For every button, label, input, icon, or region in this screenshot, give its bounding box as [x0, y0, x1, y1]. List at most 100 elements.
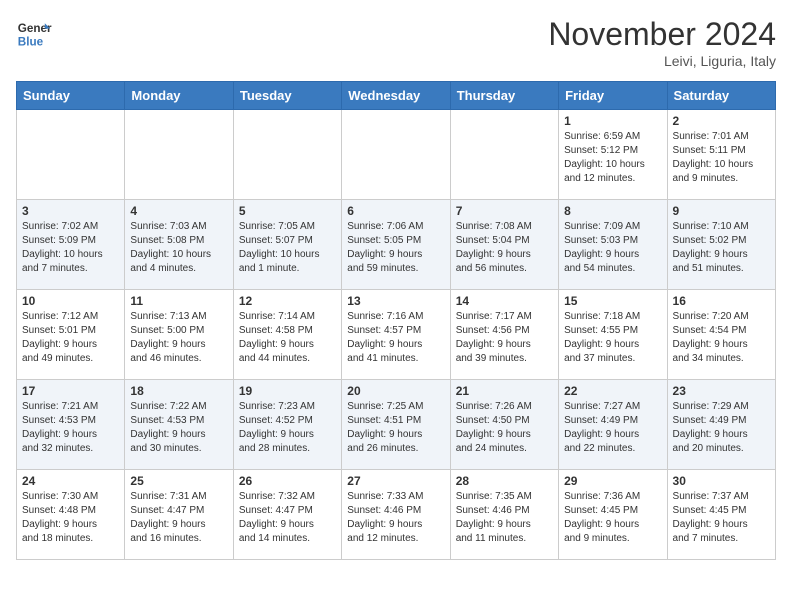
calendar-day-cell: 17 Sunrise: 7:21 AM Sunset: 4:53 PM Dayli…: [17, 380, 125, 470]
day-info: Sunrise: 7:05 AM Sunset: 5:07 PM Dayligh…: [239, 220, 336, 276]
day-number: 21: [456, 384, 553, 398]
day-info: Sunrise: 6:59 AM Sunset: 5:12 PM Dayligh…: [564, 130, 661, 186]
day-info: Sunrise: 7:01 AM Sunset: 5:11 PM Dayligh…: [673, 130, 770, 186]
logo: General Blue: [16, 16, 52, 52]
calendar-day-cell: 2 Sunrise: 7:01 AM Sunset: 5:11 PM Daylig…: [667, 110, 775, 200]
calendar-day-cell: 5 Sunrise: 7:05 AM Sunset: 5:07 PM Daylig…: [233, 200, 341, 290]
day-info: Sunrise: 7:27 AM Sunset: 4:49 PM Dayligh…: [564, 400, 661, 456]
day-info: Sunrise: 7:16 AM Sunset: 4:57 PM Dayligh…: [347, 310, 444, 366]
day-info: Sunrise: 7:12 AM Sunset: 5:01 PM Dayligh…: [22, 310, 119, 366]
calendar-day-cell: [125, 110, 233, 200]
calendar-day-cell: 10 Sunrise: 7:12 AM Sunset: 5:01 PM Dayli…: [17, 290, 125, 380]
calendar-day-cell: 21 Sunrise: 7:26 AM Sunset: 4:50 PM Dayli…: [450, 380, 558, 470]
calendar-day-cell: [342, 110, 450, 200]
day-info: Sunrise: 7:10 AM Sunset: 5:02 PM Dayligh…: [673, 220, 770, 276]
weekday-header: Friday: [559, 82, 667, 110]
weekday-header: Sunday: [17, 82, 125, 110]
title-block: November 2024 Leivi, Liguria, Italy: [548, 16, 776, 69]
calendar-day-cell: 15 Sunrise: 7:18 AM Sunset: 4:55 PM Dayli…: [559, 290, 667, 380]
calendar-day-cell: 23 Sunrise: 7:29 AM Sunset: 4:49 PM Dayli…: [667, 380, 775, 470]
calendar-day-cell: 25 Sunrise: 7:31 AM Sunset: 4:47 PM Dayli…: [125, 470, 233, 560]
calendar-day-cell: 24 Sunrise: 7:30 AM Sunset: 4:48 PM Dayli…: [17, 470, 125, 560]
day-info: Sunrise: 7:26 AM Sunset: 4:50 PM Dayligh…: [456, 400, 553, 456]
day-number: 8: [564, 204, 661, 218]
day-info: Sunrise: 7:37 AM Sunset: 4:45 PM Dayligh…: [673, 490, 770, 546]
weekday-header: Thursday: [450, 82, 558, 110]
day-number: 9: [673, 204, 770, 218]
day-number: 24: [22, 474, 119, 488]
day-info: Sunrise: 7:30 AM Sunset: 4:48 PM Dayligh…: [22, 490, 119, 546]
calendar-day-cell: 29 Sunrise: 7:36 AM Sunset: 4:45 PM Dayli…: [559, 470, 667, 560]
calendar-week-row: 3Sunrise: 7:02 AM Sunset: 5:09 PM Daylig…: [17, 200, 776, 290]
calendar-day-cell: 11 Sunrise: 7:13 AM Sunset: 5:00 PM Dayli…: [125, 290, 233, 380]
day-info: Sunrise: 7:36 AM Sunset: 4:45 PM Dayligh…: [564, 490, 661, 546]
day-number: 18: [130, 384, 227, 398]
day-number: 29: [564, 474, 661, 488]
calendar-day-cell: 8 Sunrise: 7:09 AM Sunset: 5:03 PM Daylig…: [559, 200, 667, 290]
day-info: Sunrise: 7:18 AM Sunset: 4:55 PM Dayligh…: [564, 310, 661, 366]
calendar-day-cell: 19Sunrise: 7:23 AM Sunset: 4:52 PM Dayli…: [233, 380, 341, 470]
day-info: Sunrise: 7:20 AM Sunset: 4:54 PM Dayligh…: [673, 310, 770, 366]
day-info: Sunrise: 7:08 AM Sunset: 5:04 PM Dayligh…: [456, 220, 553, 276]
calendar-day-cell: 28 Sunrise: 7:35 AM Sunset: 4:46 PM Dayli…: [450, 470, 558, 560]
day-info: Sunrise: 7:35 AM Sunset: 4:46 PM Dayligh…: [456, 490, 553, 546]
day-info: Sunrise: 7:22 AM Sunset: 4:53 PM Dayligh…: [130, 400, 227, 456]
day-info: Sunrise: 7:13 AM Sunset: 5:00 PM Dayligh…: [130, 310, 227, 366]
day-number: 30: [673, 474, 770, 488]
calendar-week-row: 1Sunrise: 6:59 AM Sunset: 5:12 PM Daylig…: [17, 110, 776, 200]
day-number: 2: [673, 114, 770, 128]
day-number: 5: [239, 204, 336, 218]
day-number: 11: [130, 294, 227, 308]
day-info: Sunrise: 7:31 AM Sunset: 4:47 PM Dayligh…: [130, 490, 227, 546]
calendar-day-cell: 14 Sunrise: 7:17 AM Sunset: 4:56 PM Dayli…: [450, 290, 558, 380]
day-number: 15: [564, 294, 661, 308]
day-number: 28: [456, 474, 553, 488]
day-info: Sunrise: 7:02 AM Sunset: 5:09 PM Dayligh…: [22, 220, 119, 276]
day-info: Sunrise: 7:25 AM Sunset: 4:51 PM Dayligh…: [347, 400, 444, 456]
day-info: Sunrise: 7:06 AM Sunset: 5:05 PM Dayligh…: [347, 220, 444, 276]
calendar-day-cell: [17, 110, 125, 200]
day-number: 19: [239, 384, 336, 398]
calendar-day-cell: 9 Sunrise: 7:10 AM Sunset: 5:02 PM Daylig…: [667, 200, 775, 290]
calendar-table: SundayMondayTuesdayWednesdayThursdayFrid…: [16, 81, 776, 560]
day-number: 4: [130, 204, 227, 218]
day-number: 17: [22, 384, 119, 398]
page-header: General Blue November 2024 Leivi, Liguri…: [16, 16, 776, 69]
day-info: Sunrise: 7:21 AM Sunset: 4:53 PM Dayligh…: [22, 400, 119, 456]
calendar-day-cell: 12 Sunrise: 7:14 AM Sunset: 4:58 PM Dayli…: [233, 290, 341, 380]
day-number: 16: [673, 294, 770, 308]
location: Leivi, Liguria, Italy: [548, 53, 776, 69]
day-number: 13: [347, 294, 444, 308]
calendar-day-cell: 1Sunrise: 6:59 AM Sunset: 5:12 PM Daylig…: [559, 110, 667, 200]
calendar-day-cell: 30 Sunrise: 7:37 AM Sunset: 4:45 PM Dayli…: [667, 470, 775, 560]
day-number: 10: [22, 294, 119, 308]
day-number: 25: [130, 474, 227, 488]
day-number: 22: [564, 384, 661, 398]
weekday-header: Saturday: [667, 82, 775, 110]
day-number: 12: [239, 294, 336, 308]
day-info: Sunrise: 7:17 AM Sunset: 4:56 PM Dayligh…: [456, 310, 553, 366]
calendar-day-cell: [450, 110, 558, 200]
logo-icon: General Blue: [16, 16, 52, 52]
day-info: Sunrise: 7:29 AM Sunset: 4:49 PM Dayligh…: [673, 400, 770, 456]
day-number: 26: [239, 474, 336, 488]
calendar-day-cell: 20 Sunrise: 7:25 AM Sunset: 4:51 PM Dayli…: [342, 380, 450, 470]
weekday-header: Wednesday: [342, 82, 450, 110]
calendar-week-row: 24 Sunrise: 7:30 AM Sunset: 4:48 PM Dayli…: [17, 470, 776, 560]
calendar-day-cell: [233, 110, 341, 200]
calendar-day-cell: 4Sunrise: 7:03 AM Sunset: 5:08 PM Daylig…: [125, 200, 233, 290]
svg-text:General: General: [18, 22, 52, 35]
svg-text:Blue: Blue: [18, 36, 44, 49]
day-info: Sunrise: 7:14 AM Sunset: 4:58 PM Dayligh…: [239, 310, 336, 366]
day-number: 14: [456, 294, 553, 308]
day-number: 6: [347, 204, 444, 218]
day-number: 20: [347, 384, 444, 398]
day-info: Sunrise: 7:09 AM Sunset: 5:03 PM Dayligh…: [564, 220, 661, 276]
weekday-header: Tuesday: [233, 82, 341, 110]
calendar-day-cell: 6 Sunrise: 7:06 AM Sunset: 5:05 PM Daylig…: [342, 200, 450, 290]
calendar-day-cell: 7Sunrise: 7:08 AM Sunset: 5:04 PM Daylig…: [450, 200, 558, 290]
day-info: Sunrise: 7:32 AM Sunset: 4:47 PM Dayligh…: [239, 490, 336, 546]
day-number: 23: [673, 384, 770, 398]
calendar-day-cell: 27Sunrise: 7:33 AM Sunset: 4:46 PM Dayli…: [342, 470, 450, 560]
month-title: November 2024: [548, 16, 776, 53]
